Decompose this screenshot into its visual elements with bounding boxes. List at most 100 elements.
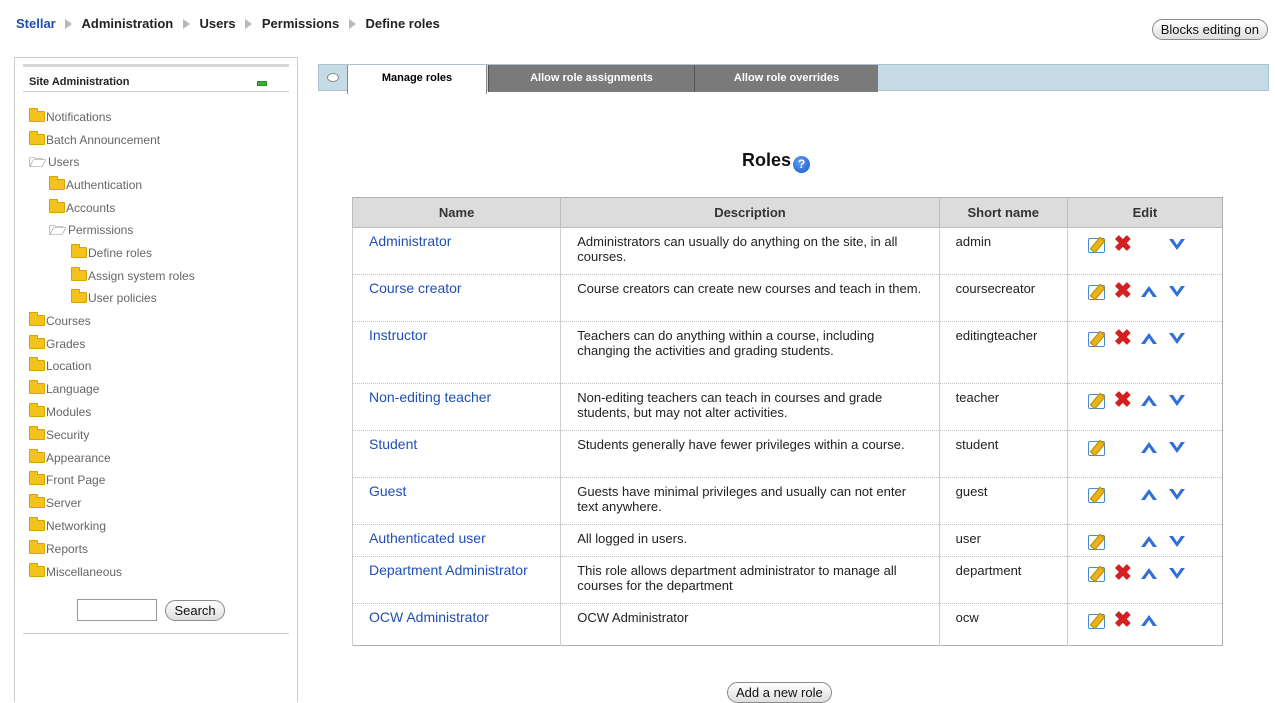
tab-indicator-icon [327,73,339,82]
move-up-icon[interactable] [1140,286,1157,297]
table-row: OCW Administrator OCW Administrator ocw … [351,603,1223,646]
role-short-name: coursecreator [938,274,1068,322]
move-down-icon[interactable] [1168,286,1185,297]
role-edit-actions: ✖ [1066,556,1223,604]
sidebar-item-notifications[interactable]: Notifications [29,108,111,126]
sidebar-item-user-policies[interactable]: User policies [71,289,157,307]
sidebar-item-define-roles[interactable]: Define roles [71,244,152,262]
move-down-icon[interactable] [1168,333,1185,344]
role-short-name: guest [938,477,1068,525]
sidebar-item-assign-system-roles[interactable]: Assign system roles [71,267,195,285]
sidebar-item-modules[interactable]: Modules [29,403,91,421]
breadcrumb-item-permissions[interactable]: Permissions [262,16,339,31]
edit-icon[interactable] [1087,441,1105,456]
sidebar-item-networking[interactable]: Networking [29,517,106,535]
role-name-cell: Student [351,430,561,478]
tab-allow-role-assignments[interactable]: Allow role assignments [488,65,694,92]
role-link[interactable]: OCW Administrator [369,609,489,625]
sidebar-item-accounts[interactable]: Accounts [49,199,115,217]
column-header-description: Description [560,197,940,228]
move-up-icon[interactable] [1140,395,1157,406]
edit-icon[interactable] [1087,238,1105,253]
folder-icon [29,357,45,371]
sidebar-item-security[interactable]: Security [29,426,89,444]
role-link[interactable]: Authenticated user [369,530,486,546]
move-down-icon[interactable] [1168,568,1185,579]
sidebar-item-front-page[interactable]: Front Page [29,471,105,489]
table-row: Instructor Teachers can do anything with… [351,321,1223,384]
sidebar-item-batch-announcement[interactable]: Batch Announcement [29,131,160,149]
move-down-icon[interactable] [1168,395,1185,406]
edit-icon[interactable] [1087,332,1105,347]
role-link[interactable]: Instructor [369,327,427,343]
move-up-icon[interactable] [1140,442,1157,453]
edit-icon[interactable] [1087,394,1105,409]
role-link[interactable]: Guest [369,483,406,499]
move-down-icon[interactable] [1168,442,1185,453]
role-name-cell: Non-editing teacher [351,383,561,431]
role-link[interactable]: Course creator [369,280,462,296]
breadcrumb-separator-icon [182,19,190,29]
roles-table: Name Description Short name Edit Adminis… [351,197,1223,646]
search-button[interactable]: Search [165,599,225,621]
delete-icon[interactable]: ✖ [1113,389,1133,411]
move-down-icon[interactable] [1168,239,1185,250]
breadcrumb-separator-icon [348,19,356,29]
site-administration-block: Site Administration Notifications Batch … [14,57,298,702]
blocks-editing-button[interactable]: Blocks editing on [1151,19,1268,40]
sidebar-item-reports[interactable]: Reports [29,540,88,558]
sidebar-item-server[interactable]: Server [29,494,81,512]
move-down-icon[interactable] [1168,489,1185,500]
folder-icon [71,289,87,303]
breadcrumb-item-users[interactable]: Users [200,16,236,31]
sidebar-item-authentication[interactable]: Authentication [49,176,142,194]
role-link[interactable]: Non-editing teacher [369,389,491,405]
move-down-icon[interactable] [1168,536,1185,547]
move-up-icon[interactable] [1140,568,1157,579]
folder-icon [71,244,87,258]
role-link[interactable]: Student [369,436,417,452]
role-link[interactable]: Administrator [369,233,451,249]
sidebar-item-location[interactable]: Location [29,357,91,375]
delete-icon[interactable]: ✖ [1113,609,1133,631]
role-edit-actions: ✖ [1066,227,1223,275]
sidebar-item-language[interactable]: Language [29,380,99,398]
sidebar-item-users[interactable]: 🗁 Users [29,153,79,171]
move-up-icon[interactable] [1140,536,1157,547]
sidebar-item-courses[interactable]: Courses [29,312,91,330]
sidebar-item-appearance[interactable]: Appearance [29,449,111,467]
collapse-icon[interactable] [257,81,267,86]
move-up-icon[interactable] [1140,333,1157,344]
help-icon[interactable]: ? [793,156,811,173]
sidebar-item-permissions[interactable]: 🗁 Permissions [49,221,133,239]
edit-icon[interactable] [1087,614,1105,629]
delete-icon[interactable]: ✖ [1113,233,1133,255]
sidebar-item-grades[interactable]: Grades [29,335,85,353]
sidebar-item-miscellaneous[interactable]: Miscellaneous [29,563,122,581]
edit-icon[interactable] [1087,488,1105,503]
delete-icon[interactable]: ✖ [1113,327,1133,349]
tab-allow-role-overrides[interactable]: Allow role overrides [694,65,878,92]
role-link[interactable]: Department Administrator [369,562,528,578]
add-new-role-button[interactable]: Add a new role [727,682,832,703]
delete-icon[interactable]: ✖ [1113,280,1133,302]
edit-icon[interactable] [1087,535,1105,550]
breadcrumb-home-link[interactable]: Stellar [16,16,56,31]
column-header-name: Name [351,197,561,228]
breadcrumb-item-administration[interactable]: Administration [82,16,174,31]
role-description: This role allows department administrato… [560,556,940,604]
role-short-name: ocw [938,603,1068,646]
role-edit-actions: ✖ [1066,430,1223,478]
move-up-icon[interactable] [1140,615,1157,626]
role-short-name: user [938,524,1068,557]
table-row: Guest Guests have minimal privileges and… [351,477,1223,525]
move-up-icon[interactable] [1140,489,1157,500]
tab-manage-roles[interactable]: Manage roles [347,65,487,94]
edit-icon[interactable] [1087,567,1105,582]
delete-icon[interactable]: ✖ [1113,562,1133,584]
role-edit-actions: ✖ [1066,321,1223,384]
table-row: Administrator Administrators can usually… [351,227,1223,275]
admin-search-input[interactable] [77,599,157,621]
edit-icon[interactable] [1087,285,1105,300]
role-description: Administrators can usually do anything o… [560,227,940,275]
